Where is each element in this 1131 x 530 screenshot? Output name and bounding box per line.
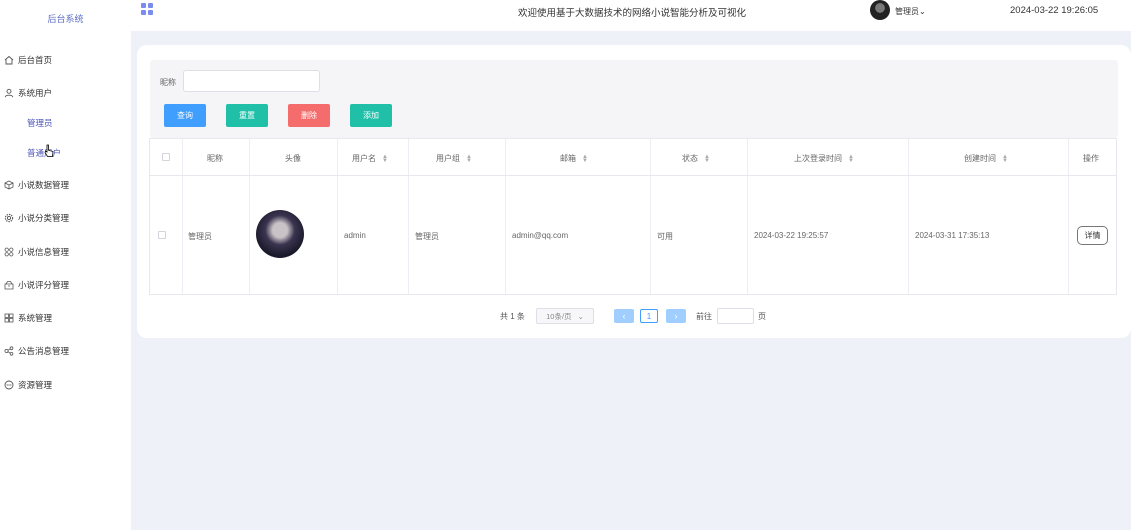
page-number[interactable]: 1 [640, 309, 658, 323]
apps-icon [4, 247, 14, 257]
column-label: 用户组 [436, 154, 460, 163]
chevron-right-icon: › [674, 311, 678, 321]
sidebar-item-label: 小说信息管理 [18, 247, 70, 257]
column-label: 用户名 [352, 154, 376, 163]
column-header-sortable[interactable]: 用户组 ▲ ▼ [436, 153, 472, 164]
reset-button[interactable]: 重置 [226, 104, 268, 127]
row-checkbox[interactable] [158, 231, 166, 239]
column-header: 昵称 [207, 154, 223, 163]
share-icon [4, 346, 14, 356]
column-header: 操作 [1083, 154, 1099, 163]
top-bar: 欢迎使用基于大数据技术的网络小说智能分析及可视化 管理员⌄ 2024-03-22… [131, 0, 1131, 31]
sidebar-item-label: 小说评分管理 [18, 280, 70, 290]
add-button[interactable]: 添加 [350, 104, 392, 127]
search-panel: 昵称 查询 重置 删除 添加 [150, 60, 1118, 138]
cell-last-login: 2024-03-22 19:25:57 [754, 231, 829, 240]
cube-icon [4, 180, 14, 190]
goto-label: 前往 [696, 311, 712, 321]
sort-icon[interactable]: ▲ ▼ [848, 154, 854, 164]
column-label: 状态 [682, 154, 698, 163]
column-header-sortable[interactable]: 创建时间 ▲ ▼ [964, 153, 1008, 164]
user-table: 昵称 头像 用户名 ▲ ▼ 用户组 ▲ ▼ 邮箱 ▲ ▼ 状态 ▲ ▼ 上次登录时间 ▲ ▼ 创建时… [149, 138, 1117, 295]
cell-username: admin [344, 231, 366, 240]
sidebar-item-novel-category[interactable]: 小说分类管理 [4, 210, 69, 226]
avatar [256, 210, 304, 258]
page-title: 欢迎使用基于大数据技术的网络小说智能分析及可视化 [518, 8, 747, 19]
pointer-cursor-icon [44, 144, 54, 157]
page-size-select[interactable]: 10条/页 ⌄ [536, 308, 594, 324]
main-card: 昵称 查询 重置 删除 添加 昵称 头像 用户名 ▲ ▼ 用户组 ▲ ▼ 邮箱 ▲ ▼ 状态… [137, 45, 1131, 338]
column-header-sortable[interactable]: 状态 ▲ ▼ [682, 153, 710, 164]
prev-page-button[interactable]: ‹ [614, 309, 634, 323]
sidebar-item-novel-data[interactable]: 小说数据管理 [4, 177, 69, 193]
sidebar-item-resources[interactable]: 资源管理 [4, 377, 52, 393]
sidebar-item-home[interactable]: 后台首页 [4, 52, 52, 68]
column-header-sortable[interactable]: 用户名 ▲ ▼ [352, 153, 388, 164]
goto-page-input[interactable] [717, 308, 754, 324]
menu-toggle-icon[interactable] [141, 3, 153, 15]
sidebar-item-label: 系统管理 [18, 313, 53, 323]
chevron-down-icon: ⌄ [577, 311, 584, 321]
sort-icon[interactable]: ▲ ▼ [466, 154, 472, 164]
select-all-checkbox[interactable] [162, 153, 170, 161]
nickname-label: 昵称 [160, 78, 176, 87]
sidebar-item-label: 系统用户 [18, 88, 53, 98]
table-row: 管理员 admin 管理员 admin@qq.com 可用 2024-03-22… [150, 176, 1116, 295]
grid-icon [4, 313, 14, 323]
datetime-display: 2024-03-22 19:26:05 [1010, 5, 1099, 16]
avatar[interactable] [870, 0, 890, 20]
sidebar-item-label: 小说数据管理 [18, 180, 70, 190]
sidebar-subitem-admin[interactable]: 管理员 [27, 115, 53, 131]
user-name-label: 管理员 [895, 7, 919, 16]
detail-button-label: 详情 [1077, 226, 1108, 245]
column-label: 创建时间 [964, 154, 996, 163]
sort-icon[interactable]: ▲ ▼ [704, 154, 710, 164]
detail-button[interactable]: 详情 [1077, 226, 1108, 245]
cell-email: admin@qq.com [512, 231, 569, 240]
user-icon [4, 88, 14, 98]
cell-status: 可用 [657, 232, 673, 241]
sidebar-item-system-users[interactable]: 系统用户 [4, 85, 52, 101]
gear-icon [4, 213, 14, 223]
brand-title: 后台系统 [47, 14, 84, 24]
column-label: 上次登录时间 [794, 154, 842, 163]
sort-icon[interactable]: ▲ ▼ [582, 154, 588, 164]
sidebar-item-novel-info[interactable]: 小说信息管理 [4, 244, 69, 260]
sort-icon[interactable]: ▲ ▼ [382, 154, 388, 164]
delete-button[interactable]: 删除 [288, 104, 330, 127]
sidebar-item-label: 小说分类管理 [18, 213, 70, 223]
cell-group: 管理员 [415, 232, 439, 241]
column-header-sortable[interactable]: 邮箱 ▲ ▼ [560, 153, 588, 164]
next-page-button[interactable]: › [666, 309, 686, 323]
sort-icon[interactable]: ▲ ▼ [1002, 154, 1008, 164]
cell-created: 2024-03-31 17:35:13 [915, 231, 990, 240]
cell-nickname: 管理员 [188, 232, 212, 241]
page-suffix: 页 [758, 311, 766, 321]
query-button[interactable]: 查询 [164, 104, 206, 127]
table-header: 昵称 头像 用户名 ▲ ▼ 用户组 ▲ ▼ 邮箱 ▲ ▼ 状态 ▲ ▼ 上次登录时间 ▲ ▼ 创建时… [150, 139, 1116, 176]
chevron-left-icon: ‹ [622, 311, 626, 321]
sidebar-item-announcement[interactable]: 公告消息管理 [4, 343, 69, 359]
sidebar-item-novel-rating[interactable]: 小说评分管理 [4, 277, 69, 293]
sidebar-item-label: 后台首页 [18, 55, 53, 65]
nickname-search-input[interactable] [183, 70, 320, 92]
column-header-sortable[interactable]: 上次登录时间 ▲ ▼ [794, 153, 854, 164]
chevron-down-icon: ⌄ [919, 7, 926, 16]
total-count: 共 1 条 [500, 311, 525, 321]
page-size-label: 10条/页 [546, 311, 572, 321]
box-icon [4, 280, 14, 290]
column-header: 头像 [285, 154, 301, 163]
column-label: 邮箱 [560, 154, 576, 163]
sidebar-item-label: 资源管理 [18, 380, 53, 390]
sidebar-item-label: 公告消息管理 [18, 346, 70, 356]
user-menu[interactable]: 管理员⌄ [895, 6, 926, 17]
home-icon [4, 55, 14, 65]
chat-icon [4, 380, 14, 390]
sidebar-item-system-management[interactable]: 系统管理 [4, 310, 52, 326]
sidebar: 后台系统 后台首页 系统用户 管理员 普通用户 小说数据管理 小说分类管理 小说… [0, 0, 131, 530]
